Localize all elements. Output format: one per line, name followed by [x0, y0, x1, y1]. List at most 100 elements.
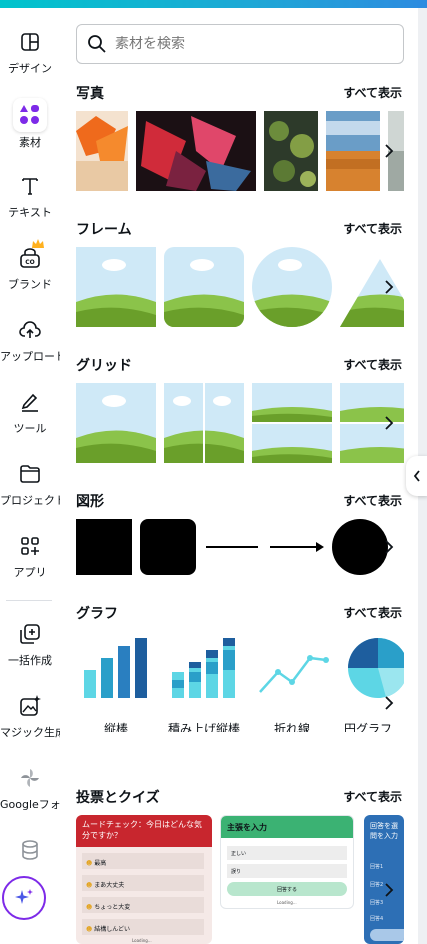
frames-next-arrow[interactable]	[378, 276, 400, 298]
quiz-header: 回答を選	[370, 822, 398, 830]
see-all-shapes[interactable]: すべて表示	[343, 492, 402, 509]
arrow-line-shape[interactable]	[268, 519, 326, 575]
layout-icon	[21, 33, 39, 51]
rounded-square-shape[interactable]	[140, 519, 196, 575]
rail-item-magic-media[interactable]: マジック生成	[0, 694, 66, 740]
grids-next-arrow[interactable]	[378, 412, 400, 434]
shapes-row	[76, 519, 404, 577]
rail-item-draw[interactable]: ツール	[0, 390, 60, 436]
brand-icon: CO	[20, 248, 40, 268]
chart-label: 積み上げ縦棒	[167, 722, 240, 732]
rounded-frame[interactable]	[164, 247, 244, 327]
loading-text: Loading...	[277, 900, 297, 905]
rail-item-design[interactable]: デザイン	[0, 30, 60, 76]
photo-thumbnail[interactable]	[264, 111, 318, 191]
line-shape[interactable]	[204, 519, 260, 575]
see-all-frames[interactable]: すべて表示	[343, 220, 402, 237]
draw-icon	[21, 393, 38, 412]
bar-chart-thumbnail[interactable]	[82, 636, 150, 700]
see-all-quiz[interactable]: すべて表示	[343, 788, 402, 805]
section-title-quiz: 投票とクイズ	[76, 790, 160, 806]
database-icon	[22, 840, 38, 860]
grid-two-rows[interactable]	[252, 383, 332, 463]
poll-option: ☻ まあ大丈夫	[82, 875, 204, 891]
magic-media-icon	[20, 695, 41, 716]
quiz-next-arrow[interactable]	[378, 879, 400, 901]
crown-icon	[32, 239, 44, 248]
chevron-left-icon	[413, 470, 420, 482]
chevron-right-icon	[385, 883, 394, 897]
photos-next-arrow[interactable]	[378, 140, 400, 162]
rail-item-elements[interactable]: 素材	[0, 98, 60, 150]
quiz-submit-button: 回答する	[227, 882, 347, 896]
rail-label: マジック生成	[0, 726, 66, 739]
pie-chart-thumbnail[interactable]	[346, 636, 404, 700]
chart-label: 折れ線	[273, 722, 310, 732]
quiz-row: ムードチェック：今日はどんな気分ですか？ ☻ 最高 ☻ まあ大丈夫 ☻ ちょっと…	[76, 815, 404, 944]
poll-question: ムードチェック：今日はどんな気分ですか？	[76, 815, 212, 847]
search-input[interactable]	[115, 36, 375, 52]
search-box[interactable]	[76, 24, 404, 64]
chart-label: 縦棒	[103, 722, 128, 732]
rail-label: 一括作成	[8, 654, 52, 667]
rail-label: プロジェクト	[0, 494, 66, 507]
magic-assistant-button[interactable]	[2, 876, 46, 920]
chevron-right-icon	[385, 144, 394, 158]
frames-row	[76, 247, 404, 327]
rail-item-bulk-create[interactable]: 一括作成	[0, 622, 60, 668]
section-title-frames: フレーム	[76, 222, 132, 238]
folder-icon	[20, 465, 40, 483]
grid-two-columns[interactable]	[164, 383, 244, 463]
charts-next-arrow[interactable]	[378, 692, 400, 714]
charts-row: 縦棒 積み上げ縦棒 折れ線 円グラフ	[76, 636, 404, 732]
quiz-header: 主張を入力	[221, 816, 353, 838]
apps-icon	[21, 537, 39, 555]
chevron-right-icon	[385, 280, 394, 294]
photo-thumbnail[interactable]	[326, 111, 380, 191]
see-all-charts[interactable]: すべて表示	[343, 604, 402, 621]
grids-row	[76, 383, 404, 463]
chevron-right-icon	[385, 416, 394, 430]
rail-label: Googleフォト	[0, 798, 72, 811]
quiz-option: 誤り	[227, 864, 347, 878]
mood-poll-card[interactable]: ムードチェック：今日はどんな気分ですか？ ☻ 最高 ☻ まあ大丈夫 ☻ ちょっと…	[76, 815, 212, 944]
circle-frame[interactable]	[252, 247, 332, 327]
chart-label: 円グラフ	[344, 722, 393, 732]
rail-label: 素材	[19, 136, 41, 149]
bulk-create-icon	[20, 624, 40, 644]
rail-item-database[interactable]	[0, 838, 60, 862]
elements-icon	[13, 98, 47, 132]
rail-label: デザイン	[8, 62, 52, 75]
rail-item-upload[interactable]: アップロード	[0, 318, 66, 364]
quiz-sub: 問を入力	[370, 832, 398, 840]
rail-label: ブランド	[8, 278, 52, 291]
grid-single[interactable]	[76, 383, 156, 463]
rail-item-apps[interactable]: アプリ	[0, 534, 60, 580]
search-icon	[88, 35, 106, 53]
photo-thumbnail[interactable]	[136, 111, 256, 191]
loading-text: Loading...	[132, 938, 152, 943]
svg-text:CO: CO	[25, 259, 35, 266]
rail-item-text[interactable]: テキスト	[0, 174, 60, 220]
stacked-bar-chart-thumbnail[interactable]	[170, 636, 238, 700]
side-rail: デザイン 素材 テキスト CO ブランド アップロード ツール プロジェクト ア…	[0, 8, 72, 944]
rail-item-brand[interactable]: CO ブランド	[0, 239, 60, 292]
section-title-shapes: 図形	[76, 494, 104, 510]
statement-quiz-card[interactable]: 主張を入力 正しい 誤り 回答する Loading...	[220, 815, 354, 909]
square-frame[interactable]	[76, 247, 156, 327]
square-shape[interactable]	[76, 519, 132, 575]
quiz-option: 回答1	[370, 864, 384, 870]
see-all-grids[interactable]: すべて表示	[343, 356, 402, 373]
sparkle-icon	[15, 889, 33, 904]
collapse-panel-button[interactable]	[406, 456, 427, 496]
rail-item-google-photos[interactable]: Googleフォト	[0, 766, 72, 812]
rail-item-projects[interactable]: プロジェクト	[0, 462, 66, 508]
shapes-next-arrow[interactable]	[378, 536, 400, 558]
rail-label: ツール	[13, 422, 47, 435]
photo-thumbnail[interactable]	[76, 111, 128, 191]
line-chart-thumbnail[interactable]	[256, 636, 330, 700]
section-title-photos: 写真	[76, 86, 104, 102]
elements-panel: 写真 すべて表示 フレーム すべて表示 グリッド すべて表示 図形 すべて表示	[60, 8, 418, 944]
see-all-photos[interactable]: すべて表示	[343, 84, 402, 101]
rail-divider	[6, 600, 52, 601]
